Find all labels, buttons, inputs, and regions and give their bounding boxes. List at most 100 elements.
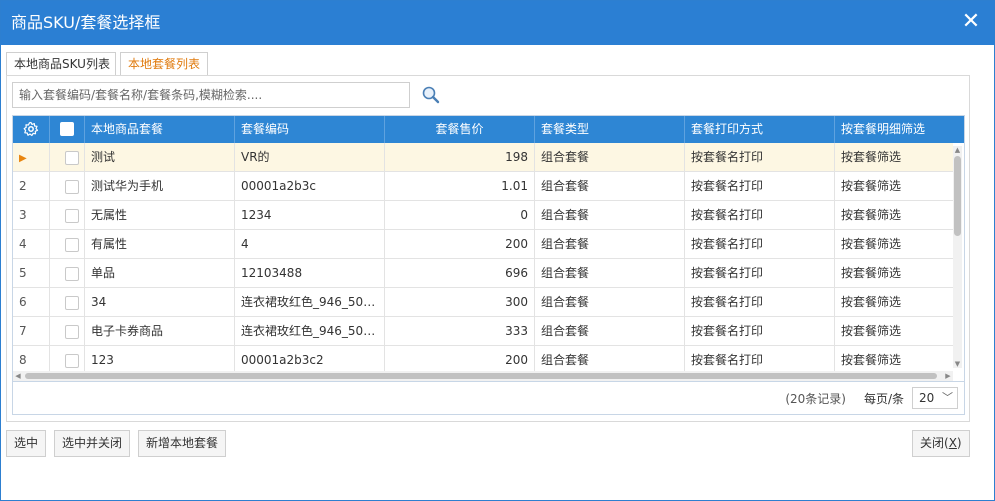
per-page-value: 20: [919, 391, 935, 405]
row-checkbox[interactable]: [65, 180, 79, 194]
cell-detail-filter: 按套餐筛选: [841, 208, 902, 222]
table-row[interactable]: 5 单品 12103488 696 组合套餐 按套餐名打印 按套餐筛选: [13, 259, 953, 288]
cell-detail-filter: 按套餐筛选: [841, 266, 902, 280]
dialog-titlebar: 商品SKU/套餐选择框 ✕: [1, 1, 994, 45]
gear-icon[interactable]: [23, 121, 39, 137]
close-label-suffix: ): [956, 436, 962, 450]
cell-row-index: 6: [13, 288, 50, 317]
cell-row-index: 3: [13, 201, 50, 230]
column-header-package-name[interactable]: 本地商品套餐: [85, 116, 235, 143]
cell-print-mode: 按套餐名打印: [685, 172, 835, 201]
row-checkbox[interactable]: [65, 296, 79, 310]
cell-package-price: 696: [385, 259, 535, 288]
scroll-down-icon[interactable]: ▼: [953, 360, 962, 368]
cell-detail-filter: 按套餐筛选: [841, 324, 902, 338]
cell-package-code: 4: [235, 230, 385, 259]
select-all-checkbox[interactable]: [60, 122, 74, 136]
cell-detail-filter: 按套餐筛选: [841, 237, 902, 251]
pager-bar: (20条记录) 每页/条 20 ﹀: [12, 382, 965, 415]
column-header-package-price[interactable]: 套餐售价: [385, 116, 535, 143]
table-row[interactable]: 4 有属性 4 200 组合套餐 按套餐名打印 按套餐筛选: [13, 230, 953, 259]
package-list-panel: 本地商品套餐 套餐编码 套餐售价 套餐类型 套餐打印方式 按套餐明细筛选 ▶ 测…: [6, 75, 970, 422]
vertical-scroll-thumb[interactable]: [954, 156, 961, 236]
cell-package-price: 200: [385, 230, 535, 259]
cell-package-price: 1.01: [385, 172, 535, 201]
scroll-up-icon[interactable]: ▲: [953, 146, 962, 154]
cell-package-code: 12103488: [235, 259, 385, 288]
search-input[interactable]: [12, 82, 410, 108]
tab-local-sku-list[interactable]: 本地商品SKU列表: [6, 52, 116, 76]
cell-print-mode: 按套餐名打印: [685, 143, 835, 172]
column-header-package-code[interactable]: 套餐编码: [235, 116, 385, 143]
dialog-title: 商品SKU/套餐选择框: [11, 13, 161, 32]
scroll-right-icon[interactable]: ▶: [943, 371, 953, 381]
cell-print-mode: 按套餐名打印: [685, 259, 835, 288]
row-checkbox[interactable]: [65, 238, 79, 252]
chevron-down-icon: ﹀: [942, 391, 953, 404]
table-row[interactable]: 3 无属性 1234 0 组合套餐 按套餐名打印 按套餐筛选: [13, 201, 953, 230]
table-row[interactable]: 2 测试华为手机 00001a2b3c 1.01 组合套餐 按套餐名打印 按套餐…: [13, 172, 953, 201]
cell-package-type: 组合套餐: [535, 346, 685, 371]
cell-detail-filter: 按套餐筛选: [841, 353, 902, 367]
cell-package-code: 1234: [235, 201, 385, 230]
tab-local-package-list[interactable]: 本地套餐列表: [120, 52, 208, 76]
cell-package-type: 组合套餐: [535, 288, 685, 317]
per-page-select[interactable]: 20 ﹀: [912, 387, 958, 409]
cell-package-price: 198: [385, 143, 535, 172]
row-checkbox[interactable]: [65, 209, 79, 223]
select-button[interactable]: 选中: [6, 430, 47, 457]
column-header-package-type[interactable]: 套餐类型: [535, 116, 685, 143]
cell-package-name: 123: [85, 346, 235, 371]
per-page-label: 每页/条: [863, 392, 904, 406]
search-icon[interactable]: [421, 85, 441, 105]
cell-package-type: 组合套餐: [535, 230, 685, 259]
row-checkbox[interactable]: [65, 151, 79, 165]
cell-print-mode: 按套餐名打印: [685, 230, 835, 259]
cell-print-mode: 按套餐名打印: [685, 201, 835, 230]
cell-package-price: 333: [385, 317, 535, 346]
close-icon[interactable]: ✕: [960, 10, 982, 34]
cell-package-code: 00001a2b3c: [235, 172, 385, 201]
cell-print-mode: 按套餐名打印: [685, 346, 835, 371]
row-checkbox-cell: [50, 346, 85, 371]
grid-header: 本地商品套餐 套餐编码 套餐售价 套餐类型 套餐打印方式 按套餐明细筛选: [13, 116, 964, 143]
cell-row-index: 8: [13, 346, 50, 371]
column-header-print-mode[interactable]: 套餐打印方式: [685, 116, 835, 143]
cell-package-name: 单品: [85, 259, 235, 288]
cell-print-mode: 按套餐名打印: [685, 288, 835, 317]
cell-print-mode: 按套餐名打印: [685, 317, 835, 346]
cell-package-name: 电子卡券商品: [85, 317, 235, 346]
select-all-cell: [50, 116, 85, 143]
horizontal-scroll-thumb[interactable]: [25, 373, 937, 379]
column-settings[interactable]: [13, 116, 50, 143]
package-grid: 本地商品套餐 套餐编码 套餐售价 套餐类型 套餐打印方式 按套餐明细筛选 ▶ 测…: [12, 115, 965, 382]
cell-package-type: 组合套餐: [535, 259, 685, 288]
cell-row-index: 2: [13, 172, 50, 201]
table-row[interactable]: ▶ 测试 VR的 198 组合套餐 按套餐名打印 按套餐筛选: [13, 143, 953, 172]
current-row-arrow-icon: ▶: [19, 153, 27, 164]
vertical-scrollbar[interactable]: ▲ ▼: [953, 146, 962, 368]
row-checkbox[interactable]: [65, 267, 79, 281]
horizontal-scrollbar[interactable]: ◀ ▶: [13, 371, 953, 381]
cell-package-code: 00001a2b3c2: [235, 346, 385, 371]
table-row[interactable]: 8 123 00001a2b3c2 200 组合套餐 按套餐名打印 按套餐筛选: [13, 346, 953, 371]
cell-package-name: 无属性: [85, 201, 235, 230]
row-checkbox[interactable]: [65, 325, 79, 339]
cell-detail-filter: 按套餐筛选: [841, 179, 902, 193]
select-and-close-button[interactable]: 选中并关闭: [54, 430, 131, 457]
row-checkbox-cell: [50, 288, 85, 317]
add-local-package-button[interactable]: 新增本地套餐: [138, 430, 227, 457]
table-row[interactable]: 7 电子卡券商品 连衣裙玫红色_946_50*1... 333 组合套餐 按套餐…: [13, 317, 953, 346]
row-checkbox-cell: [50, 317, 85, 346]
grid-body: ▶ 测试 VR的 198 组合套餐 按套餐名打印 按套餐筛选 2 测试华为手机 …: [13, 143, 953, 371]
cell-package-type: 组合套餐: [535, 317, 685, 346]
sku-package-dialog: 商品SKU/套餐选择框 ✕ 本地商品SKU列表 本地套餐列表 输入套餐编码/套餐…: [0, 0, 995, 501]
cell-package-code: 连衣裙玫红色_946_50*1...: [235, 317, 385, 346]
row-current-marker: ▶: [13, 143, 50, 172]
row-checkbox[interactable]: [65, 354, 79, 368]
scroll-left-icon[interactable]: ◀: [13, 371, 23, 381]
close-button[interactable]: 关闭(X): [912, 430, 970, 457]
row-checkbox-cell: [50, 230, 85, 259]
table-row[interactable]: 6 34 连衣裙玫红色_946_50*1... 300 组合套餐 按套餐名打印 …: [13, 288, 953, 317]
column-header-detail-filter[interactable]: 按套餐明细筛选: [835, 116, 964, 143]
